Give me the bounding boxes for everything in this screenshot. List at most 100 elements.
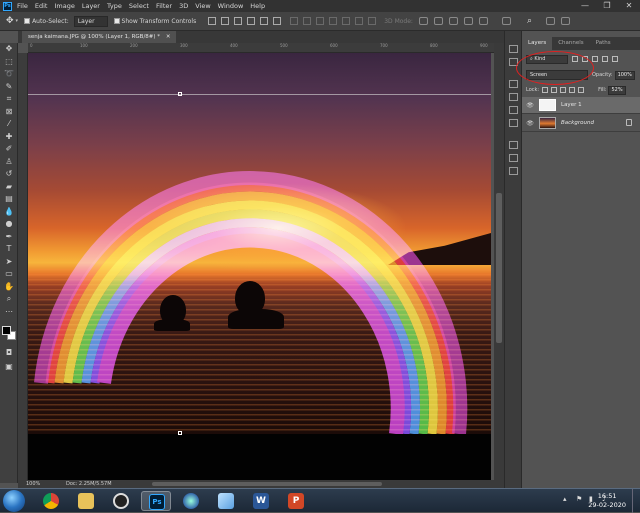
move-tool-icon[interactable]: ✥ [0, 43, 18, 56]
auto-select-target-dropdown[interactable]: Layer [73, 15, 108, 27]
taskbar-photoshop[interactable]: Ps [141, 491, 171, 511]
flag-icon[interactable]: ⚑ [576, 495, 584, 503]
frame-tool-icon[interactable]: ⊠ [0, 106, 18, 119]
taskbar-powerpoint[interactable]: P [281, 491, 311, 511]
menu-edit[interactable]: Edit [35, 2, 48, 10]
tab-layers[interactable]: Layers [522, 37, 553, 50]
brushes-panel-icon[interactable] [508, 141, 518, 149]
transform-handle-top[interactable] [178, 92, 182, 96]
adjustments-panel-icon[interactable] [508, 106, 518, 114]
swatches-panel-icon[interactable] [508, 93, 518, 101]
gradient-tool-icon[interactable]: ▤ [0, 193, 18, 206]
shape-tool-icon[interactable]: ▭ [0, 268, 18, 281]
document-info[interactable]: Doc: 2.25M/5.57M [66, 481, 112, 487]
3d-roll-icon[interactable] [433, 17, 443, 25]
menu-layer[interactable]: Layer [82, 2, 100, 10]
tool-preset-chevron-icon[interactable]: ▾ [16, 18, 19, 24]
align-hcenter-icon[interactable] [260, 17, 269, 25]
taskbar-notes-app[interactable] [211, 491, 241, 511]
tab-paths[interactable]: Paths [590, 37, 617, 50]
tab-channels[interactable]: Channels [552, 37, 589, 50]
filter-shape-icon[interactable] [602, 56, 608, 62]
brush-tool-icon[interactable]: ✐ [0, 143, 18, 156]
distribute-right-icon[interactable] [355, 17, 364, 25]
quick-select-tool-icon[interactable]: ✎ [0, 81, 18, 94]
lasso-tool-icon[interactable]: ➰ [0, 68, 18, 81]
distribute-top-icon[interactable] [290, 17, 299, 25]
3d-orbit-icon[interactable] [418, 17, 428, 25]
vertical-scrollbar[interactable] [494, 43, 504, 480]
3d-slide-icon[interactable] [463, 17, 473, 25]
taskbar-media-app[interactable] [176, 491, 206, 511]
foreground-color-swatch[interactable] [2, 326, 11, 335]
zoom-level[interactable]: 100% [26, 481, 40, 487]
history-panel-icon[interactable] [508, 45, 518, 53]
path-select-tool-icon[interactable]: ➤ [0, 256, 18, 269]
taskbar-clock[interactable]: 16:51 29-02-2020 [588, 492, 626, 510]
move-tool-icon[interactable]: ✥ [6, 16, 14, 26]
distribute-bottom-icon[interactable] [316, 17, 325, 25]
screen-mode-icon[interactable]: ▣ [0, 361, 18, 374]
more-tools-icon[interactable]: ⋯ [0, 306, 18, 319]
character-panel-icon[interactable] [508, 167, 518, 175]
video-icon[interactable] [501, 17, 511, 25]
distribute-vcenter-icon[interactable] [303, 17, 312, 25]
align-top-icon[interactable] [208, 17, 217, 25]
vertical-scroll-thumb[interactable] [496, 193, 502, 343]
align-right-icon[interactable] [273, 17, 282, 25]
align-bottom-icon[interactable] [234, 17, 243, 25]
marquee-tool-icon[interactable]: ⬚ [0, 56, 18, 69]
menu-file[interactable]: File [17, 2, 28, 10]
opacity-input[interactable]: 100% [614, 70, 635, 80]
share-icon[interactable] [560, 17, 570, 25]
hand-tool-icon[interactable]: ✋ [0, 281, 18, 294]
fill-input[interactable]: 52% [608, 85, 626, 95]
show-desktop-button[interactable] [632, 489, 640, 513]
menu-image[interactable]: Image [54, 2, 74, 10]
menu-window[interactable]: Window [218, 2, 244, 10]
clone-stamp-tool-icon[interactable]: ♙ [0, 156, 18, 169]
lock-transparent-icon[interactable] [542, 87, 549, 93]
3d-drag-icon[interactable] [448, 17, 458, 25]
3d-scale-icon[interactable] [478, 17, 488, 25]
taskbar-file-explorer[interactable] [71, 491, 101, 511]
search-icon[interactable]: ⌕ [527, 16, 532, 26]
eraser-tool-icon[interactable]: ▰ [0, 181, 18, 194]
workspace-switcher-icon[interactable] [545, 17, 555, 25]
lock-all-icon[interactable] [578, 87, 585, 93]
align-left-icon[interactable] [247, 17, 256, 25]
auto-select-checkbox[interactable] [24, 18, 31, 24]
restore-button[interactable]: ❐ [596, 0, 618, 12]
crop-tool-icon[interactable]: ⌗ [0, 93, 18, 106]
show-hidden-icons-icon[interactable]: ▴ [563, 495, 571, 503]
libraries-panel-icon[interactable] [508, 119, 518, 127]
visibility-eye-icon[interactable]: 👁 [525, 102, 535, 109]
quick-mask-icon[interactable]: ◘ [0, 347, 18, 360]
taskbar-chrome[interactable] [36, 491, 66, 511]
menu-filter[interactable]: Filter [156, 2, 172, 10]
filter-smart-object-icon[interactable] [612, 56, 618, 62]
menu-3d[interactable]: 3D [179, 2, 188, 10]
lock-artboard-icon[interactable] [569, 87, 576, 93]
lock-image-icon[interactable] [551, 87, 558, 93]
taskbar-word[interactable]: W [246, 491, 276, 511]
history-brush-tool-icon[interactable]: ↺ [0, 168, 18, 181]
document-tab[interactable]: senja kaimana.JPG @ 100% (Layer 1, RGB/8… [22, 31, 177, 43]
distribute-hcenter-icon[interactable] [342, 17, 351, 25]
menu-help[interactable]: Help [250, 2, 265, 10]
distribute-left-icon[interactable] [329, 17, 338, 25]
color-swatches[interactable] [2, 326, 16, 340]
dodge-tool-icon[interactable]: ● [0, 218, 18, 231]
visibility-eye-icon[interactable]: 👁 [525, 120, 535, 127]
menu-type[interactable]: Type [107, 2, 122, 10]
lock-position-icon[interactable] [560, 87, 567, 93]
paragraph-panel-icon[interactable] [508, 154, 518, 162]
blur-tool-icon[interactable]: 💧 [0, 206, 18, 219]
healing-brush-tool-icon[interactable]: ✚ [0, 131, 18, 144]
close-tab-icon[interactable]: ✕ [166, 34, 171, 40]
document-canvas[interactable] [28, 53, 494, 480]
filter-type-icon[interactable] [592, 56, 598, 62]
type-tool-icon[interactable]: T [0, 243, 18, 256]
color-panel-icon[interactable] [508, 80, 518, 88]
start-button[interactable] [3, 490, 25, 512]
